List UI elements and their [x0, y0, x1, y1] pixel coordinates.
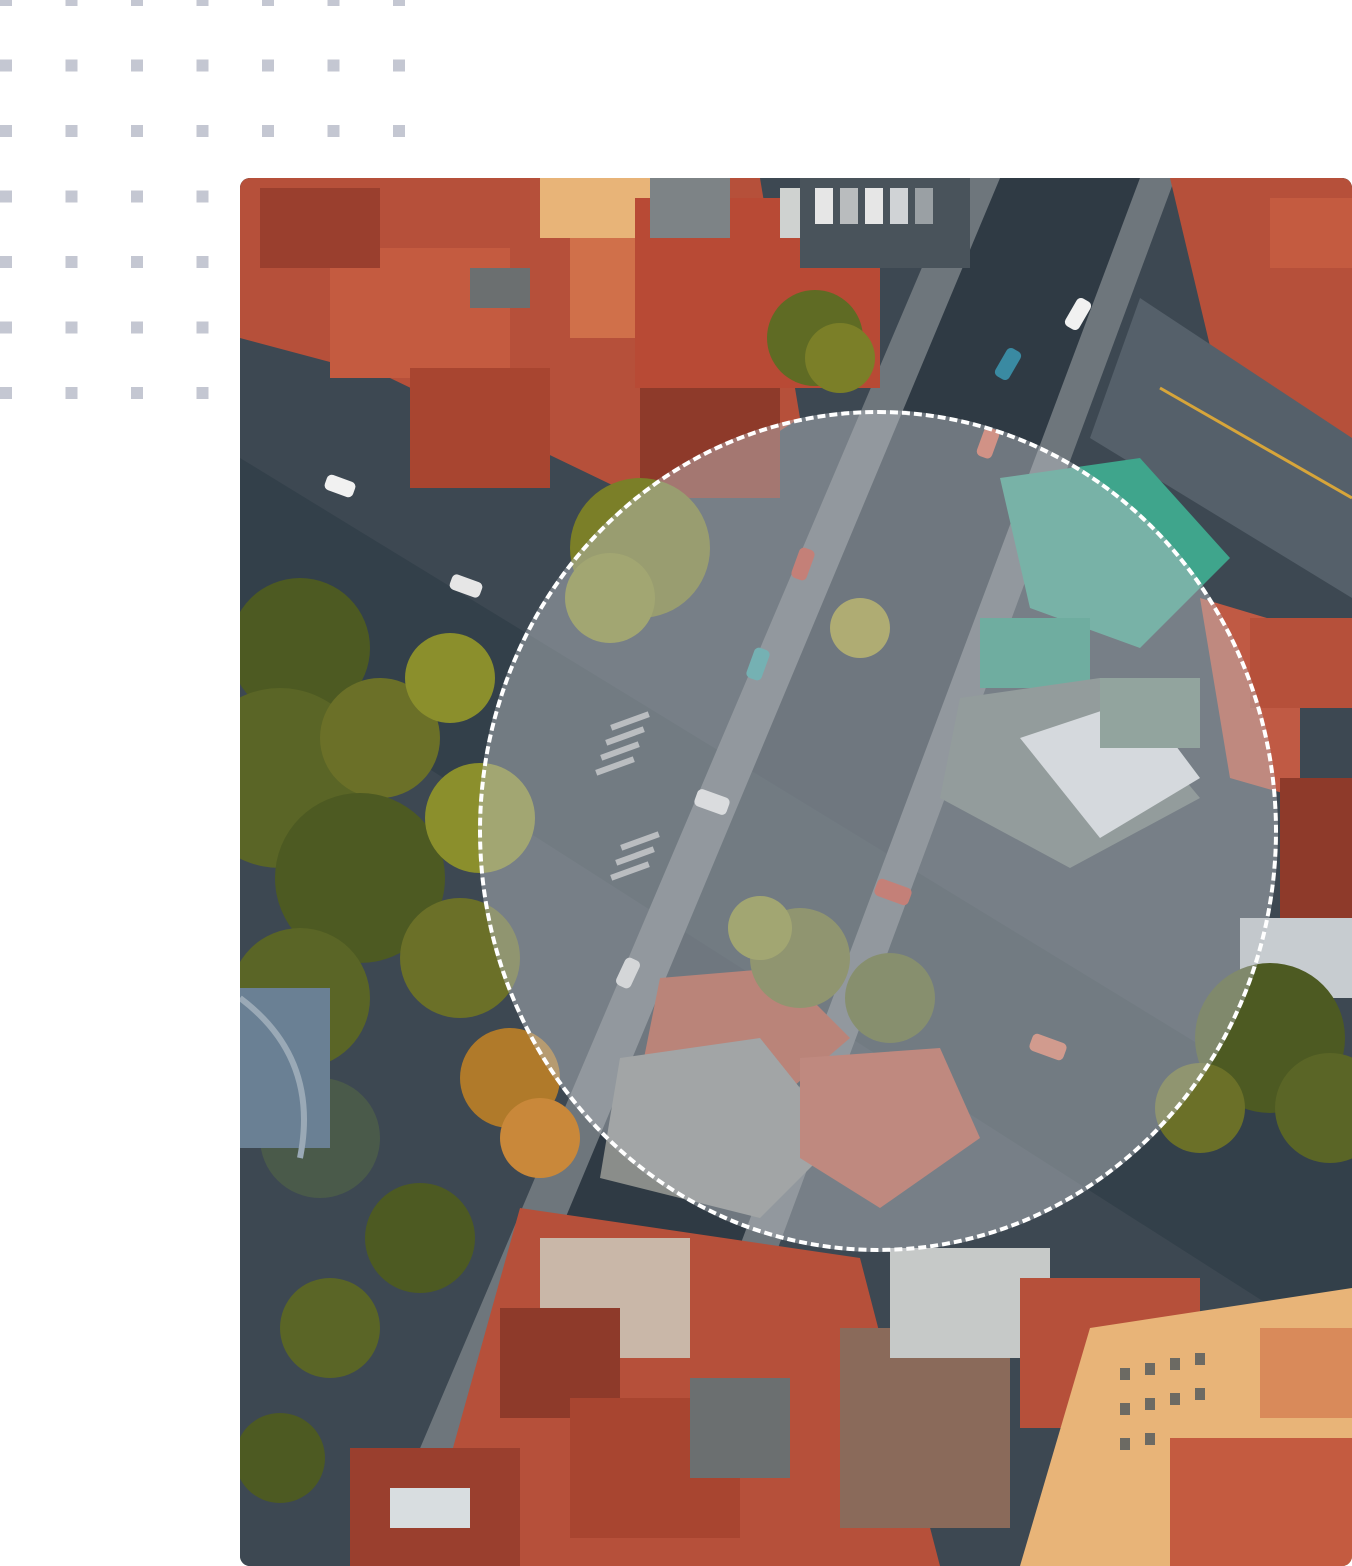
grid-dot: [196, 387, 209, 399]
grid-dot: [65, 256, 78, 268]
grid-dot: [196, 190, 209, 203]
grid-dot: [0, 321, 12, 334]
grid-dot: [0, 190, 12, 203]
grid-dot: [65, 321, 78, 334]
grid-dot: [0, 387, 12, 399]
grid-dot: [65, 125, 78, 137]
grid-dot: [196, 256, 209, 268]
grid-dot: [0, 125, 12, 137]
grid-dot: [65, 387, 78, 399]
grid-dot: [196, 59, 209, 72]
grid-dot: [393, 0, 405, 6]
grid-dot: [131, 321, 143, 334]
grid-dot: [65, 0, 78, 6]
page: [0, 0, 1352, 1566]
grid-dot: [131, 125, 143, 137]
grid-dot: [0, 59, 12, 72]
grid-dot: [262, 59, 274, 72]
grid-dot: [131, 0, 143, 6]
grid-dot: [0, 256, 12, 268]
grid-dot: [196, 321, 209, 334]
focus-area-circle: [478, 410, 1278, 1252]
grid-dot: [393, 59, 405, 72]
grid-dot: [131, 387, 143, 399]
grid-dot: [327, 59, 340, 72]
grid-dot: [131, 190, 143, 203]
grid-dot: [327, 0, 340, 6]
grid-dot: [131, 59, 143, 72]
grid-dot: [0, 0, 12, 6]
grid-dot: [262, 125, 274, 137]
grid-dot: [196, 0, 209, 6]
grid-dot: [327, 125, 340, 137]
grid-dot: [131, 256, 143, 268]
grid-dot: [196, 125, 209, 137]
grid-dot: [393, 125, 405, 137]
grid-dot: [65, 190, 78, 203]
grid-dot: [262, 0, 274, 6]
grid-dot: [65, 59, 78, 72]
